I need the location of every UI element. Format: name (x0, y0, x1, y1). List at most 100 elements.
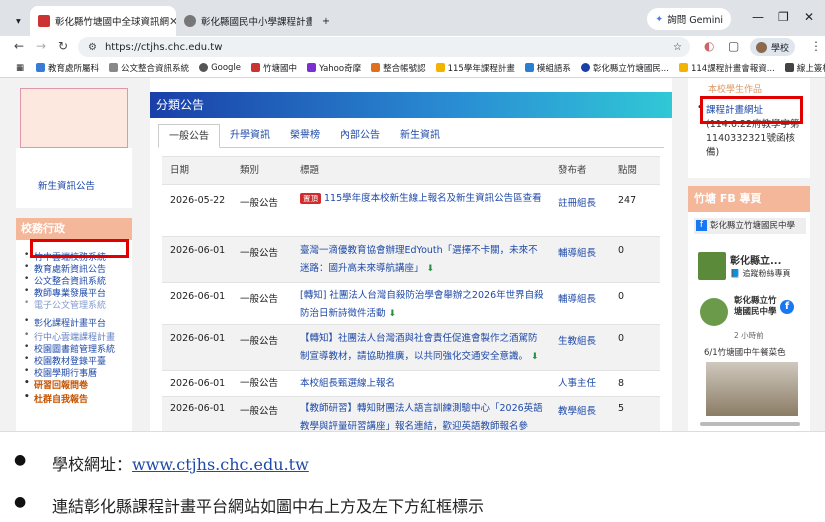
admin-link-curriculum-platform[interactable]: 彰化課程計畫平台 (24, 316, 106, 329)
row-publisher[interactable]: 教學組長 (558, 403, 596, 417)
menu-icon[interactable]: ⋮ (810, 39, 822, 53)
row-publisher[interactable]: 人事主任 (558, 371, 596, 397)
bookmark-item[interactable]: 115學年課程計畫 (435, 62, 515, 74)
row-hits: 0 (618, 245, 625, 256)
bookmarks-bar: ▦ 教育處所屬科 公文整合資訊系統 Google 竹塘國中 Yahoo奇摩 整合… (0, 58, 825, 78)
row-category: 一般公告 (240, 248, 279, 259)
tab-admission[interactable]: 升學資訊 (220, 124, 280, 147)
tab-honor[interactable]: 榮譽榜 (280, 124, 330, 147)
bookmark-item[interactable]: 公文整合資訊系統 (109, 62, 189, 74)
fb-post-photo[interactable] (706, 362, 798, 416)
row-hits: 5 (618, 403, 625, 414)
extension-icon[interactable]: ◐ (704, 39, 714, 53)
bookmark-item[interactable]: 模組語系 (524, 62, 571, 74)
table-row[interactable]: 2026-06-01 一般公告 【轉知】社團法人台灣酒與社會責任促進會製作之酒駕… (162, 324, 660, 370)
new-tab-button[interactable]: + (314, 6, 334, 36)
table-row[interactable]: 2026-06-01 一般公告 本校組長甄選線上報名 人事主任 8 (162, 370, 660, 396)
fb-page-bar[interactable]: f 彰化縣立竹塘國民中學 (694, 218, 806, 234)
bookmark-item[interactable]: 線上簽核系統 (784, 62, 825, 74)
table-row[interactable]: 2026-06-01 一般公告 【教師研習】轉知財團法人語言訓練測驗中心「202… (162, 396, 660, 431)
bookmark-item[interactable]: 彰化縣立竹塘國民... (580, 62, 669, 74)
download-icon[interactable]: ⬇ (531, 352, 539, 362)
row-title[interactable]: 本校組長甄選線上報名 (300, 371, 546, 397)
table-row[interactable]: 2026-05-22 一般公告 置頂 115學年度本校新生線上報名及新生資訊公告區… (162, 184, 660, 236)
row-date: 2026-06-01 (170, 333, 226, 344)
row-publisher[interactable]: 註冊組長 (558, 195, 596, 209)
category-tabs: 一般公告 升學資訊 榮譽榜 內部公告 新生資訊 (158, 124, 664, 148)
address-bar[interactable]: ⚙ https://ctjhs.chc.edu.tw ☆ (78, 37, 690, 57)
row-title[interactable]: 【轉知】社團法人台灣酒與社會責任促進會製作之酒駕防制宣導教材，請協助推廣，以共同… (300, 330, 546, 366)
fb-follow-button[interactable]: 📘 追蹤粉絲專頁 (730, 268, 791, 279)
gemini-button[interactable]: ✦ 詢問 Gemini (647, 8, 731, 30)
fb-post-author[interactable]: 彰化縣立竹塘國民中學 (734, 296, 784, 318)
bookmark-item[interactable]: 教育處所屬科 (36, 62, 99, 74)
admin-link[interactable]: 研習回報問卷 (24, 378, 88, 391)
right-sidebar: 本校學生作品 課程計畫網址 (114.6.22府教學字第1140332321號函… (688, 78, 810, 431)
school-url-link[interactable]: www.ctjhs.chc.edu.tw (132, 455, 309, 474)
tab-strip: ▾ 彰化縣竹塘國中全球資訊網 ✕ 彰化縣國民中小學課程計畫平台 ✕ + ✦詢問 … (0, 0, 825, 36)
bookmark-star-icon[interactable]: ☆ (673, 42, 682, 53)
bookmark-item[interactable]: 整合帳號認 (371, 62, 426, 74)
close-icon[interactable]: ✕ (169, 15, 176, 28)
row-hits: 247 (618, 195, 637, 206)
admin-link[interactable]: 電子公文管理系統 (24, 298, 106, 311)
browser-screenshot: ▾ 彰化縣竹塘國中全球資訊網 ✕ 彰化縣國民中小學課程計畫平台 ✕ + ✦詢問 … (0, 0, 825, 432)
row-publisher[interactable]: 生教組長 (558, 333, 596, 347)
facebook-icon: f (696, 220, 707, 231)
row-category: 一般公告 (240, 198, 279, 209)
bookmark-item[interactable]: Google (199, 63, 241, 73)
highlight-box-left (30, 239, 129, 258)
row-title[interactable]: 臺灣一滴優教育協會辦理EdYouth「選擇不卡關，未來不迷路：國升高未來導航講座… (300, 242, 546, 278)
tab-title: 彰化縣竹塘國中全球資訊網 (55, 17, 170, 28)
reload-icon[interactable]: ↻ (58, 39, 68, 53)
row-title[interactable]: [轉知] 社團法人台灣自殺防治學會舉辦之2026年世界自殺防治日新詩徵件活動 ⬇ (300, 287, 546, 323)
gemini-label: 詢問 Gemini (667, 15, 723, 26)
bookmark-item[interactable]: 114課程計畫會報資... (678, 62, 775, 74)
table-row[interactable]: 2026-06-01 一般公告 [轉知] 社團法人台灣自殺防治學會舉辦之2026… (162, 282, 660, 324)
apps-icon[interactable]: ▦ (16, 63, 24, 73)
admin-link[interactable]: 杜群自我報告 (24, 392, 88, 405)
admin-title: 校務行政 (16, 218, 132, 240)
tab-curriculum-platform[interactable]: 彰化縣國民中小學課程計畫平台 ✕ (176, 6, 312, 36)
header-hits: 點閱 (618, 165, 638, 176)
bookmark-item[interactable]: 竹塘國中 (251, 62, 297, 74)
tab-internal[interactable]: 內部公告 (330, 124, 390, 147)
profile-button[interactable]: 學校 (749, 38, 795, 56)
note-url: 學校網址：www.ctjhs.chc.edu.tw (52, 455, 309, 474)
table-header: 日期 類別 標題 發布者 點閱 (162, 156, 660, 184)
tab-school-site[interactable]: 彰化縣竹塘國中全球資訊網 ✕ (30, 6, 176, 36)
row-title[interactable]: 【教師研習】轉知財團法人語言訓練測驗中心「2026英語教學與評量研習講座」報名連… (300, 400, 546, 431)
extensions-puzzle-icon[interactable]: ▢ (728, 39, 739, 53)
row-hits: 0 (618, 291, 625, 302)
news-list: 新生資訊公告 (16, 148, 132, 208)
row-publisher[interactable]: 輔導組長 (558, 245, 596, 259)
pinned-badge: 置頂 (300, 193, 321, 204)
table-row[interactable]: 2026-06-01 一般公告 臺灣一滴優教育協會辦理EdYouth「選擇不卡關… (162, 236, 660, 282)
row-title[interactable]: 置頂 115學年度本校新生線上報名及新生資訊公告區查看 (300, 190, 546, 208)
site-info-icon[interactable]: ⚙ (88, 42, 97, 53)
maximize-icon[interactable]: ❐ (778, 10, 789, 24)
tab-freshman[interactable]: 新生資訊 (390, 124, 450, 147)
back-icon[interactable]: ← (14, 39, 24, 53)
section-title: 分類公告 (150, 92, 672, 118)
download-icon[interactable]: ⬇ (389, 309, 397, 319)
tab-general[interactable]: 一般公告 (158, 124, 220, 148)
sparkle-icon: ✦ (655, 13, 664, 25)
row-date: 2026-06-01 (170, 245, 226, 256)
poster-thumbnail[interactable] (20, 88, 128, 148)
bullet-icon: ● (14, 494, 27, 510)
scrollbar[interactable] (700, 422, 800, 426)
news-link[interactable]: 新生資訊公告 (38, 178, 95, 192)
tab-list-button[interactable]: ▾ (8, 6, 32, 36)
row-category: 一般公告 (240, 406, 279, 417)
close-window-icon[interactable]: ✕ (804, 10, 814, 24)
download-icon[interactable]: ⬇ (427, 264, 435, 274)
bookmark-item[interactable]: Yahoo奇摩 (307, 62, 361, 74)
forward-icon[interactable]: → (36, 39, 46, 53)
row-date: 2026-06-01 (170, 291, 226, 302)
highlight-box-right (700, 96, 803, 124)
fb-page-name[interactable]: 彰化縣立... (730, 252, 781, 267)
row-date: 2026-05-22 (170, 195, 226, 206)
row-publisher[interactable]: 輔導組長 (558, 291, 596, 305)
minimize-icon[interactable]: — (752, 10, 764, 24)
